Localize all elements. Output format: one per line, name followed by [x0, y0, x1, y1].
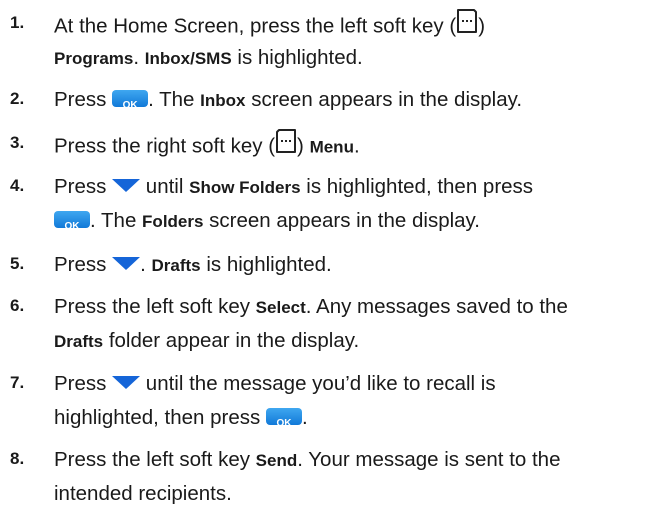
- navigation-down-icon: [112, 179, 141, 193]
- ok-key-label: OK: [122, 100, 138, 112]
- step-line: Press the right soft key () Menu.: [54, 128, 360, 164]
- step-text: Press: [54, 253, 113, 276]
- ok-key-icon: OK: [265, 408, 302, 429]
- ok-key-icon: OK: [112, 90, 149, 111]
- step-text: Press the left soft key: [54, 448, 256, 471]
- step-text: Press: [54, 175, 113, 198]
- menu-label-programs: Programs: [54, 49, 134, 68]
- step-text: screen appears in the display.: [203, 209, 480, 232]
- step-text: .: [353, 134, 360, 158]
- step-text: is highlighted, then press: [300, 175, 534, 198]
- step-line: Press until the message you’d like to re…: [54, 370, 496, 398]
- screen-label-folders: Folders: [142, 212, 204, 231]
- ok-key-icon: OK: [54, 211, 90, 232]
- step-line: Drafts folder appear in the display.: [54, 327, 359, 356]
- step-line: Press the left soft key Send. Your messa…: [54, 446, 560, 475]
- menu-label-drafts: Drafts: [151, 256, 201, 275]
- softkey-label-send: Send: [255, 451, 298, 470]
- step-number: 2.: [10, 89, 25, 108]
- step-text: . Your message is sent to the: [297, 448, 561, 471]
- step-text: screen appears in the display.: [245, 88, 523, 111]
- step-text: .: [140, 253, 152, 276]
- step-text: ): [478, 14, 486, 38]
- step-text: is highlighted.: [231, 46, 363, 69]
- step-text: until: [140, 175, 190, 198]
- screen-label-inbox: Inbox: [200, 91, 246, 110]
- step-text: ): [297, 134, 310, 158]
- step-text: Press: [54, 372, 113, 395]
- step-number: 3.: [10, 133, 25, 152]
- step-text: folder appear in the display.: [103, 329, 360, 352]
- right-soft-key-icon: [275, 128, 297, 162]
- step-text: . The: [90, 209, 143, 232]
- step-text: highlighted, then press: [54, 406, 266, 429]
- step-line: Press . Drafts is highlighted.: [54, 251, 332, 280]
- step-text: .: [133, 46, 145, 69]
- step-text: Press: [54, 88, 113, 111]
- step-number: 8.: [10, 449, 25, 468]
- menu-label-inbox-sms: Inbox/SMS: [144, 49, 232, 68]
- menu-label-show-folders: Show Folders: [189, 178, 301, 197]
- step-number: 5.: [10, 254, 25, 273]
- ok-key-label: OK: [276, 418, 292, 430]
- left-soft-key-icon: [456, 8, 478, 42]
- step-text: Press the right soft key (: [54, 134, 276, 158]
- step-text: . The: [148, 88, 201, 111]
- step-line: intended recipients.: [54, 480, 232, 508]
- step-number: 6.: [10, 296, 25, 315]
- step-line: At the Home Screen, press the left soft …: [54, 8, 486, 44]
- step-number: 1.: [10, 13, 25, 32]
- step-text: until the message you’d like to recall i…: [140, 372, 496, 395]
- step-number: 4.: [10, 176, 25, 195]
- step-text: .: [301, 406, 308, 429]
- step-text: Press the left soft key: [54, 295, 256, 318]
- step-number: 7.: [10, 373, 25, 392]
- step-line: Press the left soft key Select. Any mess…: [54, 293, 568, 322]
- softkey-label-select: Select: [255, 298, 306, 317]
- step-text: At the Home Screen, press the left soft …: [54, 14, 457, 38]
- navigation-down-icon: [112, 257, 141, 271]
- step-line: OK . The Folders screen appears in the di…: [54, 207, 480, 236]
- step-line: Press OK . The Inbox screen appears in th…: [54, 86, 522, 115]
- step-text: . Any messages saved to the: [305, 295, 568, 318]
- step-text: intended recipients.: [54, 482, 232, 505]
- step-text: is highlighted.: [200, 253, 332, 276]
- ok-key-label: OK: [64, 221, 80, 233]
- folder-label-drafts: Drafts: [54, 332, 104, 351]
- step-line: Press until Show Folders is highlighted,…: [54, 173, 533, 202]
- step-line: Programs. Inbox/SMS is highlighted.: [54, 44, 363, 73]
- step-line: highlighted, then press OK.: [54, 404, 308, 432]
- clipped-heading: [0, 0, 649, 6]
- navigation-down-icon: [112, 376, 141, 390]
- menu-label-menu: Menu: [309, 137, 354, 157]
